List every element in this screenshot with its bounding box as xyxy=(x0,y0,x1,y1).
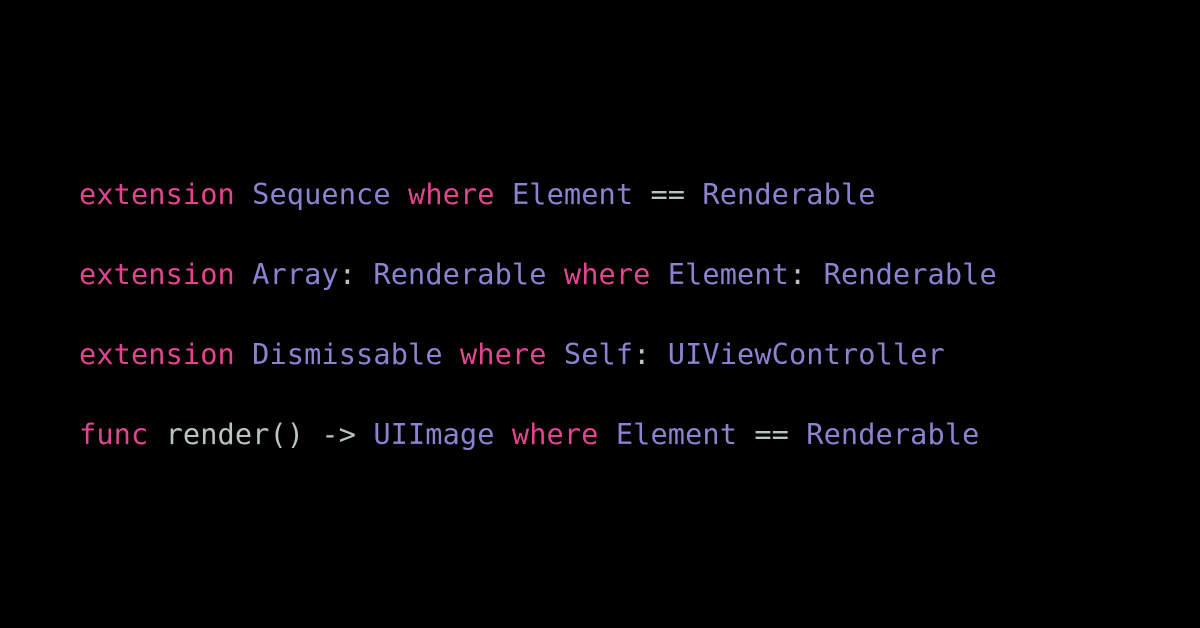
code-line-2: extension Array: Renderable where Elemen… xyxy=(79,254,997,334)
type-token: Array xyxy=(252,257,339,291)
keyword-token: func xyxy=(79,417,149,451)
type-token: Renderable xyxy=(823,257,997,291)
type-token: Renderable xyxy=(702,177,876,211)
type-token: Element xyxy=(511,177,634,211)
code-line-1: extension Sequence where Element == Rend… xyxy=(79,174,997,254)
operator-token: == xyxy=(737,417,807,451)
code-line-3: extension Dismissable where Self: UIView… xyxy=(79,334,997,414)
type-token: Element xyxy=(667,257,789,291)
punctuation-token: : xyxy=(633,337,668,371)
type-token: Sequence xyxy=(252,177,391,211)
type-token: Self xyxy=(563,337,634,371)
punctuation-token: : xyxy=(338,257,374,291)
type-token: UIImage xyxy=(373,417,495,451)
code-line-4: func render() -> UIImage where Element =… xyxy=(79,414,997,494)
operator-token: == xyxy=(633,177,703,211)
keyword-token: where xyxy=(511,417,599,451)
code-snippet: extension Sequence where Element == Rend… xyxy=(79,174,997,494)
type-token: Dismissable xyxy=(252,337,443,371)
keyword-token: where xyxy=(563,257,651,291)
keyword-token: extension xyxy=(79,177,235,211)
keyword-token: where xyxy=(408,177,495,211)
type-token: UIViewController xyxy=(667,337,945,371)
keyword-token: extension xyxy=(79,337,235,371)
punctuation-token: : xyxy=(789,257,824,291)
type-token: Renderable xyxy=(806,417,980,451)
keyword-token: extension xyxy=(79,257,235,291)
type-token: Renderable xyxy=(373,257,547,291)
keyword-token: where xyxy=(459,337,547,371)
type-token: Element xyxy=(615,417,738,451)
function-signature-token: render() -> xyxy=(148,417,374,451)
